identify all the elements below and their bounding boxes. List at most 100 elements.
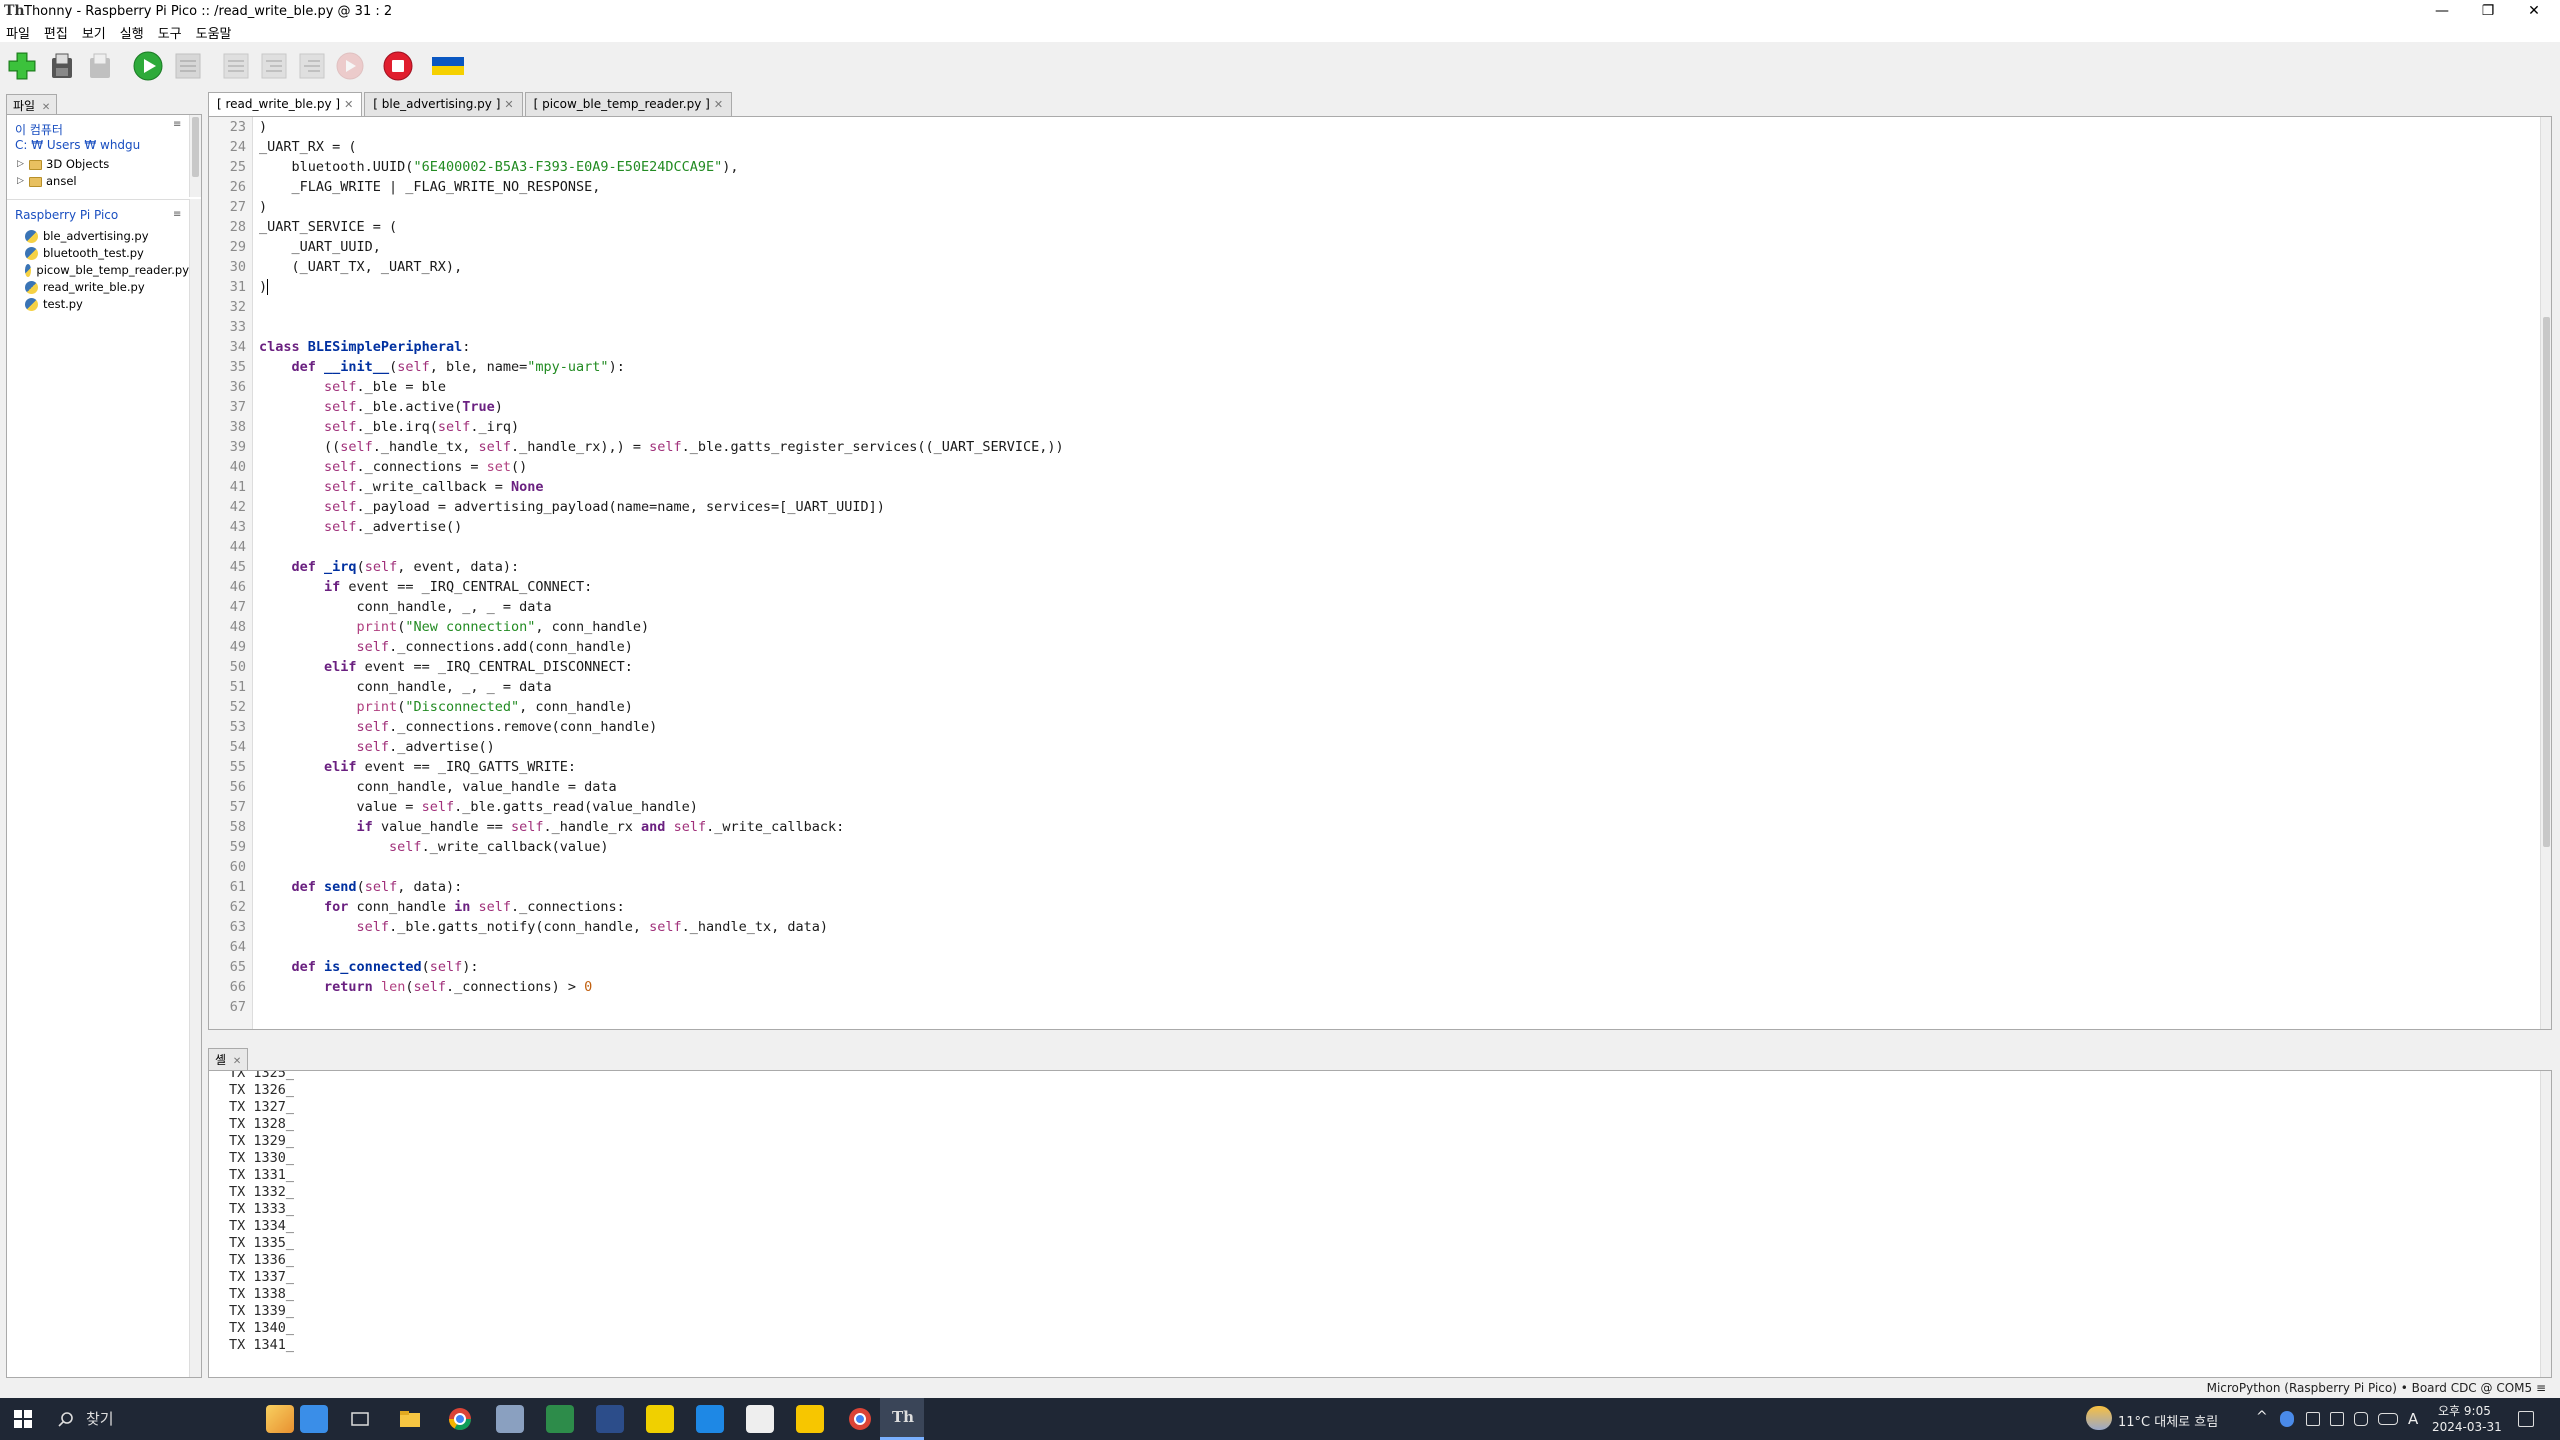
code-line[interactable]: ) <box>259 277 1064 297</box>
shell-scrollbar[interactable] <box>2540 1071 2551 1377</box>
code-line[interactable]: ) <box>259 117 1064 137</box>
code-editor[interactable]: 23 24 25 26 27 28 29 30 31 32 33 34 35 36 37 38 39 40 41 42… <box>208 116 2552 1030</box>
shell-tab[interactable]: 셸 ✕ <box>208 1048 249 1070</box>
code-line[interactable]: if event == _IRQ_CENTRAL_CONNECT: <box>259 577 1064 597</box>
app-icon-settings[interactable] <box>496 1405 524 1433</box>
run-icon[interactable] <box>132 50 164 82</box>
interpreter-status[interactable]: MicroPython (Raspberry Pi Pico) • Board … <box>2207 1381 2546 1395</box>
menu-edit[interactable]: 편집 <box>44 23 68 42</box>
widget-icon[interactable] <box>266 1405 294 1433</box>
code-line[interactable]: return len(self._connections) > 0 <box>259 977 1064 997</box>
code-line[interactable]: self._write_callback(value) <box>259 837 1064 857</box>
code-line[interactable]: value = self._ble.gatts_read(value_handl… <box>259 797 1064 817</box>
code-line[interactable]: self._write_callback = None <box>259 477 1064 497</box>
chrome-icon[interactable] <box>446 1405 474 1433</box>
code-line[interactable]: for conn_handle in self._connections: <box>259 897 1064 917</box>
save-icon[interactable] <box>84 50 116 82</box>
code-line[interactable]: self._connections.remove(conn_handle) <box>259 717 1064 737</box>
code-line[interactable]: _UART_UUID, <box>259 237 1064 257</box>
step-over-icon[interactable] <box>220 50 252 82</box>
code-line[interactable]: _UART_RX = ( <box>259 137 1064 157</box>
task-view-icon[interactable] <box>346 1405 374 1433</box>
editor-scrollbar[interactable] <box>2540 117 2551 1029</box>
menu-tools[interactable]: 도구 <box>158 23 182 42</box>
tab-ble-advertising[interactable]: [ ble_advertising.py ] ✕ <box>364 92 523 116</box>
notion-icon[interactable] <box>746 1405 774 1433</box>
code-line[interactable]: if value_handle == self._handle_rx and s… <box>259 817 1064 837</box>
app-icon-yellow[interactable] <box>796 1405 824 1433</box>
code-line[interactable]: def is_connected(self): <box>259 957 1064 977</box>
notification-icon[interactable] <box>2518 1411 2534 1427</box>
clock-date[interactable]: 2024-03-31 <box>2432 1420 2502 1434</box>
code-line[interactable]: conn_handle, _, _ = data <box>259 597 1064 617</box>
code-line[interactable]: def __init__(self, ble, name="mpy-uart")… <box>259 357 1064 377</box>
computer-scrollbar[interactable] <box>189 115 201 197</box>
code-line[interactable]: bluetooth.UUID("6E400002-B5A3-F393-E0A9-… <box>259 157 1064 177</box>
code-line[interactable]: (_UART_TX, _UART_RX), <box>259 257 1064 277</box>
code-line[interactable]: self._ble.irq(self._irq) <box>259 417 1064 437</box>
clock-time[interactable]: 오후 9:05 <box>2438 1402 2491 1419</box>
code-line[interactable]: elif event == _IRQ_CENTRAL_DISCONNECT: <box>259 657 1064 677</box>
shell-tab-close-icon[interactable]: ✕ <box>233 1056 241 1067</box>
code-line[interactable] <box>259 297 1064 317</box>
minimize-button[interactable]: — <box>2420 0 2464 22</box>
weather-text[interactable]: 11°C 대체로 흐림 <box>2118 1411 2218 1430</box>
pico-file-ble-advertising[interactable]: ble_advertising.py <box>7 228 189 245</box>
debug-icon[interactable] <box>172 50 204 82</box>
ime-indicator[interactable]: A <box>2408 1410 2418 1428</box>
code-line[interactable]: self._connections = set() <box>259 457 1064 477</box>
code-line[interactable]: ) <box>259 197 1064 217</box>
pico-file-picow-ble-temp-reader[interactable]: picow_ble_temp_reader.py <box>7 262 189 279</box>
taskbar-search[interactable]: 찾기 <box>50 1398 260 1440</box>
resume-icon[interactable] <box>334 50 366 82</box>
pico-menu-icon[interactable]: ≡ <box>173 209 181 220</box>
load-icon[interactable] <box>46 50 78 82</box>
file-explorer-icon[interactable] <box>396 1405 424 1433</box>
pico-file-read-write-ble[interactable]: read_write_ble.py <box>7 279 189 296</box>
menu-run[interactable]: 실행 <box>120 23 144 42</box>
expand-arrow-icon[interactable]: ▷ <box>17 173 29 190</box>
network-icon[interactable] <box>2330 1412 2344 1426</box>
windows-start-icon[interactable] <box>14 1410 32 1428</box>
menu-help[interactable]: 도움말 <box>196 23 232 42</box>
step-out-icon[interactable] <box>296 50 328 82</box>
computer-menu-icon[interactable]: ≡ <box>173 119 181 130</box>
code-line[interactable]: print("Disconnected", conn_handle) <box>259 697 1064 717</box>
calculator-icon[interactable] <box>546 1405 574 1433</box>
tab-close-icon[interactable]: ✕ <box>344 98 353 111</box>
stop-icon[interactable] <box>382 50 414 82</box>
code-line[interactable] <box>259 317 1064 337</box>
code-line[interactable] <box>259 937 1064 957</box>
pico-scrollbar[interactable] <box>189 199 201 1377</box>
code-line[interactable]: self._connections.add(conn_handle) <box>259 637 1064 657</box>
bluetooth-icon[interactable] <box>2280 1411 2294 1427</box>
code-area[interactable]: ) _UART_RX = ( bluetooth.UUID("6E400002-B… <box>259 117 1064 1017</box>
arduino-icon[interactable] <box>596 1405 624 1433</box>
code-line[interactable]: def send(self, data): <box>259 877 1064 897</box>
close-button[interactable]: ✕ <box>2512 0 2556 22</box>
code-line[interactable]: _UART_SERVICE = ( <box>259 217 1064 237</box>
code-line[interactable] <box>259 537 1064 557</box>
weather-icon[interactable] <box>2086 1406 2112 1430</box>
pico-file-test[interactable]: test.py <box>7 296 189 313</box>
code-line[interactable]: class BLESimplePeripheral: <box>259 337 1064 357</box>
search-highlight-icon[interactable] <box>300 1405 328 1433</box>
thonny-taskbar-icon[interactable]: Th <box>880 1398 924 1440</box>
tree-folder-ansel[interactable]: ▷ ansel <box>7 173 189 190</box>
code-line[interactable]: _FLAG_WRITE | _FLAG_WRITE_NO_RESPONSE, <box>259 177 1064 197</box>
code-line[interactable]: self._ble = ble <box>259 377 1064 397</box>
files-tab[interactable]: 파일 ✕ <box>6 94 58 114</box>
tab-read-write-ble[interactable]: [ read_write_ble.py ] ✕ <box>208 92 363 116</box>
code-line[interactable]: print("New connection", conn_handle) <box>259 617 1064 637</box>
expand-arrow-icon[interactable]: ▷ <box>17 156 29 173</box>
code-line[interactable]: self._ble.active(True) <box>259 397 1064 417</box>
tree-folder-3d-objects[interactable]: ▷ 3D Objects <box>7 156 189 173</box>
tray-expand-icon[interactable]: ^ <box>2256 1409 2268 1425</box>
menu-file[interactable]: 파일 <box>6 23 30 42</box>
code-line[interactable]: ((self._handle_tx, self._handle_rx),) = … <box>259 437 1064 457</box>
code-line[interactable] <box>259 857 1064 877</box>
code-line[interactable]: self._advertise() <box>259 517 1064 537</box>
shell-panel[interactable]: TX 1325_ TX 1326_ TX 1327_ TX 1328_ TX 1329_… <box>208 1070 2552 1378</box>
new-file-icon[interactable] <box>6 50 38 82</box>
tab-close-icon[interactable]: ✕ <box>504 98 513 111</box>
